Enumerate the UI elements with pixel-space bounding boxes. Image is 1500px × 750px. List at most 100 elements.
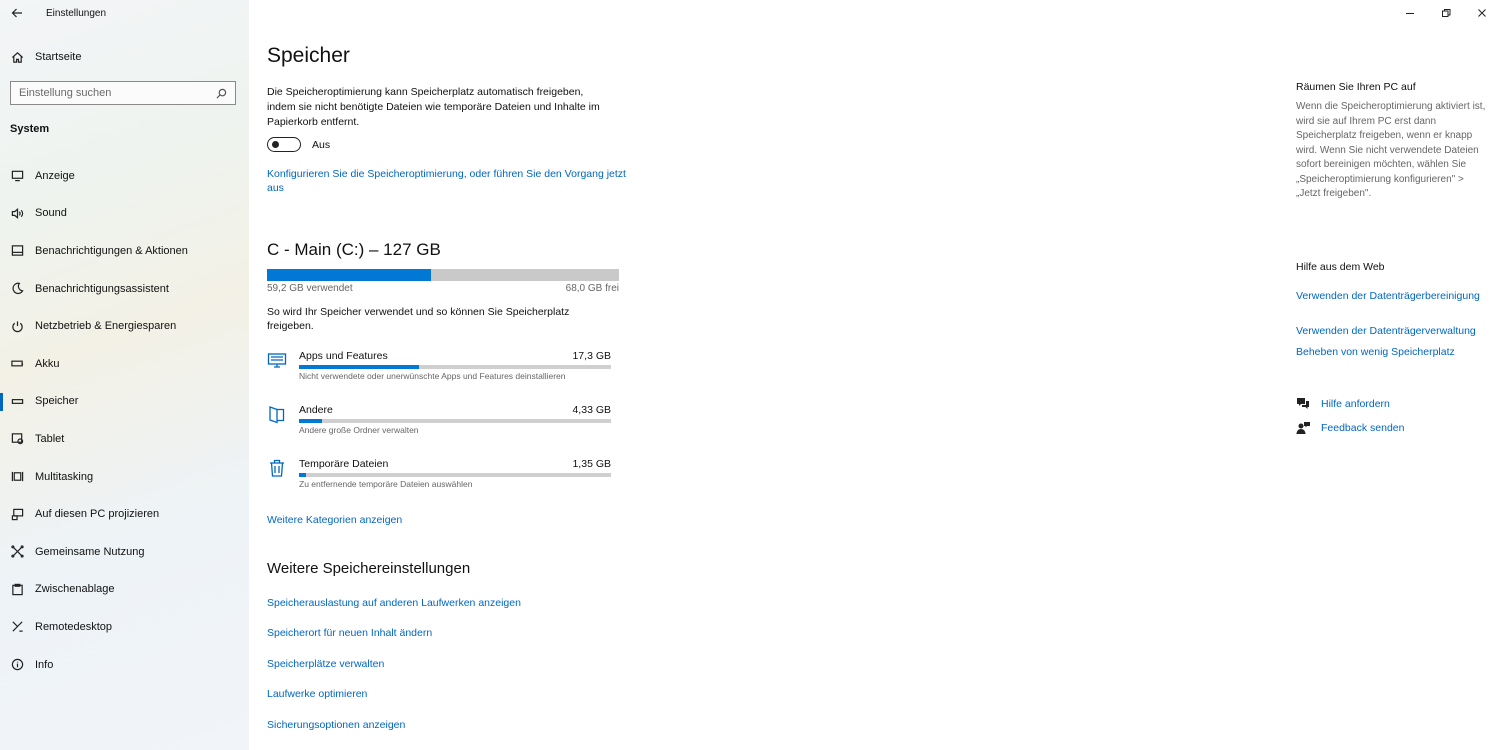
other-drives-link[interactable]: Speicherauslastung auf anderen Laufwerke… [267, 596, 521, 610]
sidebar-item-label: Tablet [35, 432, 65, 445]
feedback-link[interactable]: Feedback senden [1321, 421, 1404, 435]
remote-icon [0, 620, 34, 633]
get-help-row[interactable]: Hilfe anfordern [1296, 397, 1390, 411]
clipboard-icon [0, 583, 34, 596]
sidebar-item-remotedesktop[interactable]: Remotedesktop [0, 608, 249, 646]
power-icon [0, 320, 34, 333]
sidebar-item-zwischenablage[interactable]: Zwischenablage [0, 571, 249, 609]
sidebar-item-benachrichtigungen[interactable]: Benachrichtigungen & Aktionen [0, 232, 249, 270]
category-bar-fill [299, 365, 419, 369]
web-help-title: Hilfe aus dem Web [1296, 261, 1385, 273]
drive-title: C - Main (C:) – 127 GB [267, 240, 441, 259]
web-link-low-space[interactable]: Beheben von wenig Speicherplatz [1296, 345, 1492, 359]
feedback-icon [1296, 421, 1310, 435]
sidebar-item-tablet[interactable]: Tablet [0, 420, 249, 458]
search-input[interactable]: Einstellung suchen [10, 81, 236, 105]
close-button[interactable] [1464, 0, 1500, 26]
back-button[interactable] [0, 0, 34, 26]
sidebar-item-label: Speicher [35, 395, 79, 408]
intro-text: Die Speicheroptimierung kann Speicherpla… [267, 86, 600, 128]
category-size: 1,35 GB [572, 458, 611, 470]
drive-usage-bar [267, 269, 619, 281]
category-size: 17,3 GB [572, 350, 611, 362]
notification-icon [0, 244, 34, 257]
sidebar-item-label: Info [35, 658, 54, 671]
display-icon [0, 169, 34, 182]
sidebar-item-home[interactable]: Startseite [0, 47, 249, 67]
sidebar-item-label: Akku [35, 357, 60, 370]
multitasking-icon [0, 470, 34, 483]
settings-window: Einstellungen Startseite Einstellung suc… [0, 0, 1500, 750]
sidebar-item-multitasking[interactable]: Multitasking [0, 458, 249, 496]
sidebar-item-label: Startseite [35, 51, 82, 63]
sidebar-nav: Anzeige Sound Benachrichtigungen & Aktio… [0, 157, 249, 683]
category-bar [299, 365, 611, 369]
category-desc: Andere große Ordner verwalten [299, 425, 419, 435]
home-icon [0, 51, 34, 64]
battery-icon [0, 357, 34, 370]
trash-icon [267, 458, 287, 478]
minimize-icon [1406, 13, 1414, 14]
save-location-link[interactable]: Speicherort für neuen Inhalt ändern [267, 626, 432, 640]
more-categories-link[interactable]: Weitere Kategorien anzeigen [267, 513, 402, 527]
sidebar-item-label: Zwischenablage [35, 583, 115, 596]
category-bar [299, 419, 611, 423]
more-settings-title: Weitere Speichereinstellungen [267, 560, 471, 577]
storage-sense-toggle[interactable] [267, 137, 301, 152]
minimize-button[interactable] [1392, 0, 1428, 26]
sidebar-item-gemeinsame-nutzung[interactable]: Gemeinsame Nutzung [0, 533, 249, 571]
project-icon [0, 508, 34, 521]
sidebar-item-info[interactable]: Info [0, 646, 249, 684]
info-icon [0, 658, 34, 671]
sidebar-item-akku[interactable]: Akku [0, 345, 249, 383]
category-apps[interactable]: Apps und Features 17,3 GB Nicht verwende… [267, 350, 611, 400]
sidebar-item-label: Auf diesen PC projizieren [35, 508, 160, 521]
toggle-label: Aus [312, 138, 331, 151]
get-help-link[interactable]: Hilfe anfordern [1321, 397, 1390, 411]
window-controls [1392, 0, 1500, 26]
sidebar-item-label: Remotedesktop [35, 620, 113, 633]
category-bar-fill [299, 419, 322, 423]
optimize-drives-link[interactable]: Laufwerke optimieren [267, 687, 367, 701]
category-size: 4,33 GB [572, 404, 611, 416]
sidebar-item-speicher[interactable]: Speicher [0, 383, 249, 421]
category-temp[interactable]: Temporäre Dateien 1,35 GB Zu entfernende… [267, 458, 611, 508]
sidebar-item-label: Anzeige [35, 169, 75, 182]
sidebar-item-sound[interactable]: Sound [0, 195, 249, 233]
configure-storage-sense-link[interactable]: Konfigurieren Sie die Speicheroptimierun… [267, 167, 627, 195]
category-name: Andere [299, 404, 333, 416]
sidebar-item-projizieren[interactable]: Auf diesen PC projizieren [0, 495, 249, 533]
sidebar-item-netzbetrieb[interactable]: Netzbetrieb & Energiesparen [0, 307, 249, 345]
window-title: Einstellungen [46, 7, 107, 19]
feedback-row[interactable]: Feedback senden [1296, 421, 1404, 435]
sidebar: Einstellungen Startseite Einstellung suc… [0, 0, 249, 750]
sidebar-item-label: Multitasking [35, 470, 94, 483]
tablet-icon [0, 432, 34, 445]
category-bar-fill [299, 473, 306, 477]
search-icon [216, 88, 227, 99]
arrow-left-icon [11, 8, 22, 18]
restore-button[interactable] [1428, 0, 1464, 26]
drive-usage-fill [267, 269, 432, 281]
close-icon [1478, 9, 1486, 17]
category-desc: Zu entfernende temporäre Dateien auswähl… [299, 479, 473, 489]
storage-spaces-link[interactable]: Speicherplätze verwalten [267, 657, 384, 671]
storage-sense-toggle-row: Aus [267, 137, 330, 152]
share-icon [0, 545, 34, 558]
web-link-disk-cleanup[interactable]: Verwenden der Datenträgerbereinigung [1296, 289, 1492, 303]
category-name: Temporäre Dateien [299, 458, 389, 470]
web-link-disk-management[interactable]: Verwenden der Datenträgerverwaltung [1296, 324, 1492, 338]
sidebar-item-label: Gemeinsame Nutzung [35, 545, 145, 558]
sidebar-item-anzeige[interactable]: Anzeige [0, 157, 249, 195]
category-desc: Nicht verwendete oder unerwünschte Apps … [299, 371, 566, 381]
usage-text: So wird Ihr Speicher verwendet und so kö… [267, 306, 570, 332]
category-other[interactable]: Andere 4,33 GB Andere große Ordner verwa… [267, 404, 611, 454]
title-bar: Einstellungen [0, 0, 249, 26]
sidebar-item-assistent[interactable]: Benachrichtigungsassistent [0, 270, 249, 308]
clean-text: Wenn die Speicheroptimierung aktiviert i… [1296, 101, 1486, 199]
backup-options-link[interactable]: Sicherungsoptionen anzeigen [267, 718, 405, 732]
category-bar [299, 473, 611, 477]
storage-icon [0, 395, 34, 408]
category-name: Apps und Features [299, 350, 388, 362]
folder-icon [267, 404, 287, 424]
